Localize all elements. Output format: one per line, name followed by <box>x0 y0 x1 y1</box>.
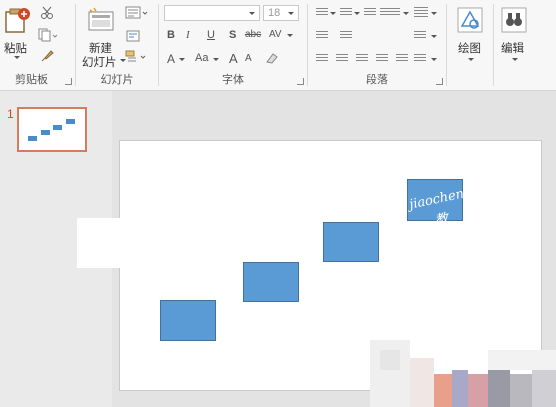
clipboard-group: 粘贴 剪贴板 <box>0 0 75 90</box>
align-text-button[interactable] <box>414 31 426 40</box>
editing-button[interactable]: 编辑 <box>496 2 536 82</box>
divider <box>493 4 494 86</box>
rectangle-shape[interactable] <box>243 262 299 302</box>
text-direction-button[interactable] <box>414 7 428 19</box>
chevron-down-icon[interactable] <box>431 12 437 15</box>
brush-icon[interactable] <box>40 49 54 63</box>
font-size-value: 18 <box>268 7 281 19</box>
grow-font-button[interactable]: A <box>229 51 238 66</box>
new-slide-button[interactable]: 新建 幻灯片 <box>80 2 126 69</box>
shrink-font-button[interactable]: A <box>245 53 252 64</box>
paragraph-group: 段落 <box>308 0 446 90</box>
thumb-shape <box>41 130 50 135</box>
chevron-down-icon[interactable] <box>213 58 219 61</box>
paragraph-group-label: 段落 <box>366 74 388 86</box>
binoculars-icon <box>501 7 527 33</box>
slides-group-label: 幻灯片 <box>100 74 134 86</box>
align-left-button[interactable] <box>316 54 328 63</box>
smartart-button[interactable] <box>414 54 426 63</box>
clear-format-icon[interactable] <box>265 52 279 64</box>
mosaic-watermark <box>370 340 556 407</box>
font-group-label: 字体 <box>222 74 244 86</box>
chevron-down-icon[interactable] <box>431 35 437 38</box>
shadow-button[interactable]: S <box>229 29 236 41</box>
chevron-down-icon[interactable] <box>431 58 437 61</box>
reset-icon[interactable] <box>125 28 141 42</box>
chevron-down-icon <box>14 56 20 59</box>
decrease-indent-button[interactable] <box>364 8 376 17</box>
font-name-combobox[interactable] <box>164 5 260 21</box>
ribbon: 粘贴 剪贴板 新建 幻灯片 幻灯片 18 B I U S abc AV A Aa… <box>0 0 556 91</box>
bullets-button[interactable] <box>316 8 328 17</box>
scissors-icon[interactable] <box>40 6 54 20</box>
underline-button[interactable]: U <box>207 29 215 41</box>
distributed-button[interactable] <box>396 54 408 63</box>
chevron-down-icon[interactable] <box>330 12 336 15</box>
paste-label: 粘贴 <box>4 43 27 55</box>
new-slide-icon <box>88 7 114 31</box>
chevron-down-icon <box>468 58 474 61</box>
thumb-shape <box>66 119 75 124</box>
line-spacing-button[interactable] <box>388 8 400 17</box>
chevron-down-icon <box>512 58 518 61</box>
dialog-launcher-icon[interactable] <box>297 78 304 85</box>
slides-group: 新建 幻灯片 幻灯片 <box>76 0 158 90</box>
spacing-button[interactable]: AV <box>269 29 282 40</box>
rtl-button[interactable] <box>340 31 352 40</box>
drawing-label: 绘图 <box>458 43 481 55</box>
numbering-button[interactable] <box>340 8 352 17</box>
rectangle-shape[interactable] <box>160 300 216 341</box>
font-size-combobox[interactable]: 18 <box>263 5 299 21</box>
thumb-shape <box>28 136 37 141</box>
chevron-down-icon[interactable] <box>403 12 409 15</box>
chevron-down-icon[interactable] <box>179 58 185 61</box>
justify-button[interactable] <box>376 54 388 63</box>
align-center-button[interactable] <box>336 54 348 63</box>
align-right-button[interactable] <box>356 54 368 63</box>
divider <box>446 4 447 86</box>
change-case-button[interactable]: Aa <box>195 52 208 64</box>
clipboard-icon <box>5 8 30 33</box>
layout-icon[interactable] <box>125 6 149 20</box>
dialog-launcher-icon[interactable] <box>436 78 443 85</box>
chevron-down-icon[interactable] <box>354 12 360 15</box>
chevron-down-icon[interactable] <box>249 12 255 15</box>
font-group: 18 B I U S abc AV A Aa A A 字体 <box>159 0 307 90</box>
slide-thumbnail[interactable] <box>17 107 87 152</box>
paste-button[interactable]: 粘贴 <box>2 2 32 59</box>
shapes-icon <box>457 7 483 33</box>
clipboard-group-label: 剪贴板 <box>15 74 48 86</box>
font-color-button[interactable]: A <box>167 52 175 66</box>
italic-button[interactable]: I <box>186 29 190 41</box>
chevron-down-icon[interactable] <box>288 12 294 15</box>
slide-number: 1 <box>7 107 14 121</box>
copy-icon[interactable] <box>38 28 58 42</box>
columns-button[interactable] <box>316 31 328 40</box>
rectangle-shape[interactable] <box>323 222 379 262</box>
dialog-launcher-icon[interactable] <box>65 78 72 85</box>
bold-button[interactable]: B <box>167 29 175 41</box>
new-slide-label-line2: 幻灯片 <box>82 57 117 69</box>
section-icon[interactable] <box>125 50 149 64</box>
thumb-shape <box>53 125 62 130</box>
editing-label: 编辑 <box>501 43 524 55</box>
chevron-down-icon[interactable] <box>287 34 293 37</box>
overlay-patch <box>77 218 212 268</box>
drawing-button[interactable]: 绘图 <box>451 2 491 82</box>
strikethrough-button[interactable]: abc <box>245 29 261 40</box>
